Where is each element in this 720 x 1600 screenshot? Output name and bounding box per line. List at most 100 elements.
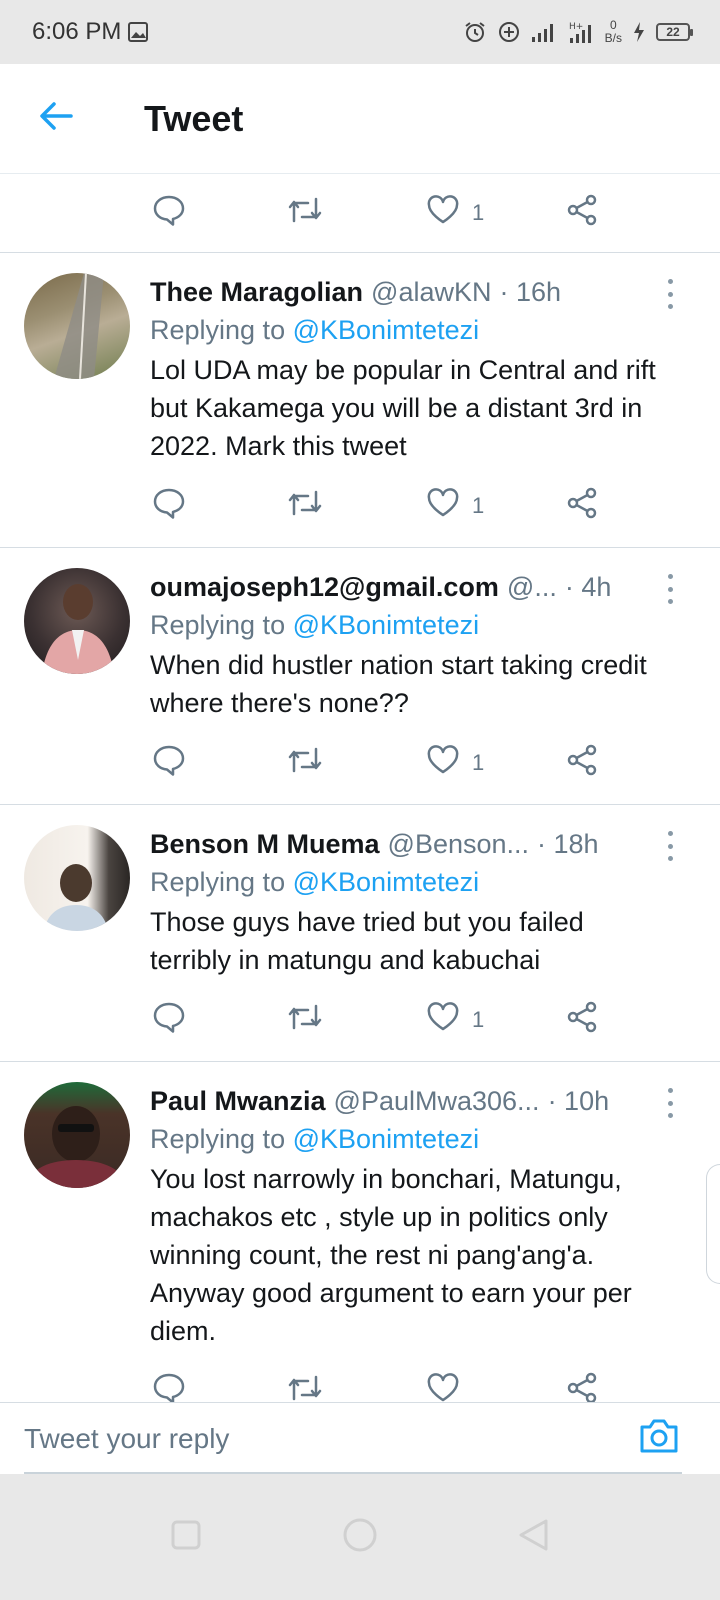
network-speed: 0 B/s — [605, 19, 622, 45]
share-button[interactable] — [566, 744, 626, 782]
status-bar-left: 6:06 PM — [32, 18, 149, 46]
system-nav-bar — [0, 1474, 720, 1600]
replying-label: Replying to — [150, 610, 286, 640]
back-arrow-icon — [39, 101, 73, 136]
retweet-button[interactable] — [286, 745, 426, 781]
nav-recents-icon — [170, 1519, 202, 1556]
avatar[interactable] — [24, 568, 130, 674]
replying-to: Replying to @KBonimtetezi — [150, 606, 670, 644]
more-options-button[interactable] — [658, 1088, 682, 1118]
retweet-button[interactable] — [286, 1002, 426, 1038]
tweet-thread[interactable]: 1 Thee Maragolian @alawKN · 16h Replying… — [0, 174, 720, 1402]
tweet-actions: 1 — [0, 465, 720, 547]
like-button[interactable]: 1 — [426, 195, 566, 231]
replying-to-mention[interactable]: @KBonimtetezi — [293, 867, 479, 897]
nav-home-icon — [342, 1517, 378, 1558]
tweet-actions: 1 — [0, 979, 720, 1061]
retweet-icon — [286, 1002, 324, 1038]
reply-icon — [152, 1001, 186, 1039]
tweet-actions: 1 — [0, 174, 720, 252]
retweet-icon — [286, 745, 324, 781]
retweet-button[interactable] — [286, 488, 426, 524]
nav-recents-button[interactable] — [166, 1517, 206, 1557]
retweet-icon — [286, 195, 324, 231]
reply-button[interactable] — [152, 1001, 286, 1039]
retweet-icon — [286, 1373, 324, 1402]
reply-icon — [152, 194, 186, 232]
heart-icon — [426, 745, 460, 781]
like-button[interactable]: 1 — [426, 1002, 566, 1038]
like-button[interactable]: 1 — [426, 488, 566, 524]
tweet-header: oumajoseph12@gmail.com @... · 4h — [150, 568, 670, 606]
retweet-button[interactable] — [286, 195, 426, 231]
tweet-text: Lol UDA may be popular in Central and ri… — [150, 355, 656, 461]
app-header: Tweet — [0, 64, 720, 174]
signal-hplus-icon: H+ — [567, 20, 595, 44]
tweet-time: · 10h — [547, 1086, 610, 1116]
nav-home-button[interactable] — [340, 1517, 380, 1557]
fast-scroll-handle[interactable] — [706, 1164, 720, 1284]
nav-back-icon — [517, 1518, 551, 1557]
battery-indicator: 22 — [656, 23, 693, 41]
nav-back-button[interactable] — [514, 1517, 554, 1557]
replying-to: Replying to @KBonimtetezi — [150, 311, 670, 349]
reply-composer: Tweet your reply — [0, 1402, 720, 1474]
heart-icon — [426, 1002, 460, 1038]
retweet-button[interactable] — [286, 1373, 426, 1402]
user-handle[interactable]: @PaulMwa306... — [334, 1082, 540, 1120]
like-button[interactable]: 1 — [426, 745, 566, 781]
display-name[interactable]: Thee Maragolian — [150, 273, 363, 311]
like-button[interactable] — [426, 1373, 566, 1402]
display-name[interactable]: Benson M Muema — [150, 825, 380, 863]
tweet-text: You lost narrowly in bonchari, Matungu, … — [150, 1164, 632, 1346]
reply-tweet[interactable]: Benson M Muema @Benson... · 18h Replying… — [0, 805, 720, 979]
signal-icon — [531, 21, 557, 43]
tweet-header: Benson M Muema @Benson... · 18h — [150, 825, 670, 863]
status-bar: 6:06 PM H+ 0 B/s 22 — [0, 0, 720, 64]
heart-icon — [426, 1373, 460, 1402]
like-count: 1 — [472, 750, 485, 775]
replying-label: Replying to — [150, 867, 286, 897]
more-options-button[interactable] — [658, 279, 682, 309]
reply-tweet[interactable]: Thee Maragolian @alawKN · 16h Replying t… — [0, 253, 720, 465]
more-options-button[interactable] — [658, 831, 682, 861]
tweet-header: Thee Maragolian @alawKN · 16h — [150, 273, 670, 311]
more-options-button[interactable] — [658, 574, 682, 604]
share-button[interactable] — [566, 487, 626, 525]
like-count: 1 — [472, 493, 485, 518]
replying-to-mention[interactable]: @KBonimtetezi — [293, 315, 479, 345]
tweet-actions — [0, 1350, 720, 1402]
user-handle[interactable]: @... — [507, 568, 557, 606]
share-button[interactable] — [566, 1372, 626, 1402]
display-name[interactable]: oumajoseph12@gmail.com — [150, 568, 499, 606]
avatar[interactable] — [24, 1082, 130, 1188]
like-count: 1 — [472, 1007, 485, 1032]
page-title: Tweet — [144, 97, 244, 139]
avatar[interactable] — [24, 825, 130, 931]
status-time: 6:06 PM — [32, 18, 122, 45]
reply-tweet[interactable]: Paul Mwanzia @PaulMwa306... · 10h Replyi… — [0, 1062, 720, 1350]
reply-button[interactable] — [152, 744, 286, 782]
user-handle[interactable]: @Benson... — [388, 825, 530, 863]
back-button[interactable] — [0, 64, 112, 174]
tweet-actions: 1 — [0, 722, 720, 804]
alarm-icon — [463, 20, 487, 44]
reply-tweet[interactable]: oumajoseph12@gmail.com @... · 4h Replyin… — [0, 548, 720, 722]
replying-to-mention[interactable]: @KBonimtetezi — [293, 1124, 479, 1154]
display-name[interactable]: Paul Mwanzia — [150, 1082, 326, 1120]
camera-button[interactable] — [636, 1415, 682, 1461]
share-button[interactable] — [566, 194, 626, 232]
reply-button[interactable] — [152, 1372, 286, 1402]
user-handle[interactable]: @alawKN — [371, 273, 491, 311]
replying-to-mention[interactable]: @KBonimtetezi — [293, 610, 479, 640]
status-bar-right: H+ 0 B/s 22 — [463, 19, 693, 45]
share-button[interactable] — [566, 1001, 626, 1039]
avatar[interactable] — [24, 273, 130, 379]
reply-icon — [152, 487, 186, 525]
tweet-time: · 16h — [499, 277, 562, 307]
reply-button[interactable] — [152, 194, 286, 232]
data-saver-icon — [497, 20, 521, 44]
charging-icon — [632, 21, 646, 43]
reply-input[interactable]: Tweet your reply — [24, 1403, 636, 1475]
reply-button[interactable] — [152, 487, 286, 525]
